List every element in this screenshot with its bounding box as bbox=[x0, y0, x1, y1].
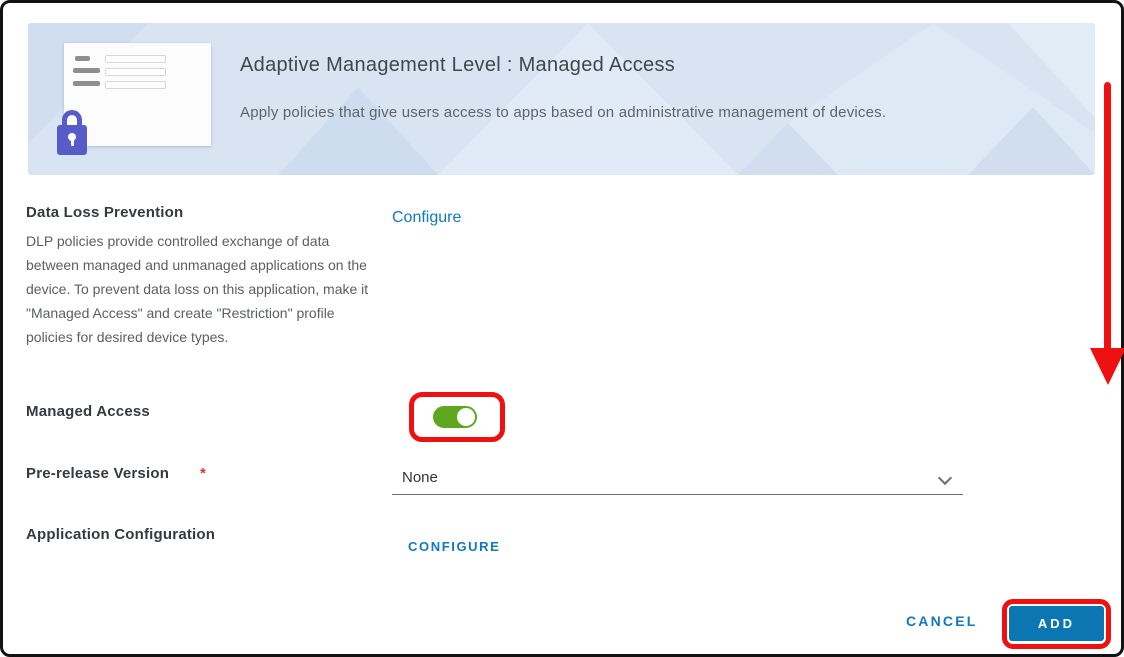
icon-input-line bbox=[105, 81, 166, 89]
prerelease-version-label: Pre-release Version bbox=[26, 465, 170, 482]
prerelease-version-select[interactable]: None bbox=[392, 465, 963, 495]
dlp-configure-link[interactable]: Configure bbox=[392, 209, 461, 227]
icon-text-line bbox=[73, 68, 100, 73]
dlp-label: Data Loss Prevention bbox=[26, 204, 184, 221]
dlp-description: DLP policies provide controlled exchange… bbox=[26, 233, 369, 345]
select-value: None bbox=[402, 469, 438, 486]
page-subtitle: Apply policies that give users access to… bbox=[240, 104, 887, 121]
dialog-header-banner: Adaptive Management Level : Managed Acce… bbox=[28, 23, 1095, 175]
red-arrow-line-annotation bbox=[1104, 82, 1111, 350]
managed-access-label: Managed Access bbox=[26, 403, 150, 420]
required-asterisk: * bbox=[200, 465, 206, 482]
application-configure-link[interactable]: CONFIGURE bbox=[408, 539, 500, 554]
chevron-down-icon bbox=[937, 470, 953, 486]
cancel-button[interactable]: CANCEL bbox=[906, 613, 978, 629]
icon-input-line bbox=[105, 55, 166, 63]
page-title: Adaptive Management Level : Managed Acce… bbox=[240, 54, 676, 76]
lock-icon bbox=[57, 110, 87, 155]
icon-text-line bbox=[73, 81, 100, 86]
add-button-highlight-annotation bbox=[1002, 599, 1111, 649]
icon-input-line bbox=[105, 68, 166, 76]
dialog-window: Adaptive Management Level : Managed Acce… bbox=[0, 0, 1124, 657]
toggle-highlight-annotation bbox=[409, 392, 505, 442]
red-arrow-head-annotation bbox=[1090, 348, 1124, 385]
application-configuration-label: Application Configuration bbox=[26, 526, 216, 543]
icon-text-line bbox=[75, 56, 90, 61]
